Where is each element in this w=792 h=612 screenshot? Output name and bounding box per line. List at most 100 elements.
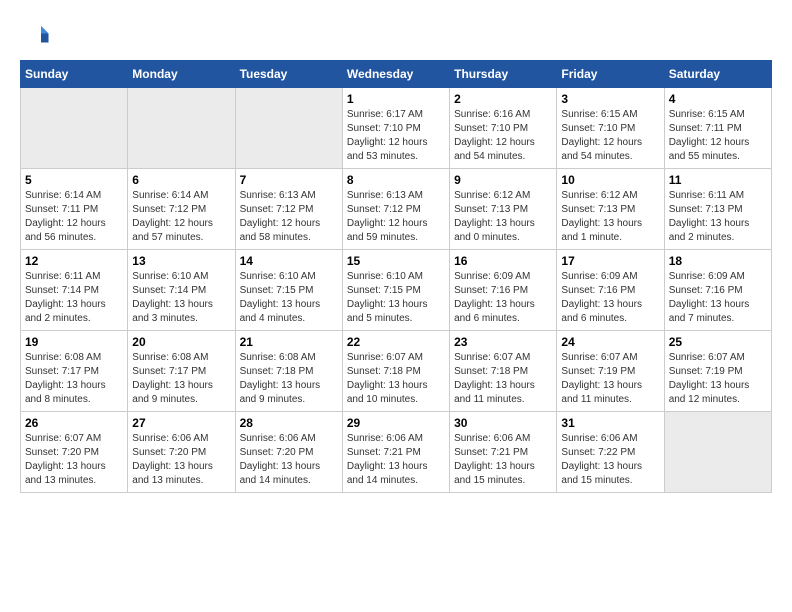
calendar-cell: 13 Sunrise: 6:10 AMSunset: 7:14 PMDayligh… [128,250,235,331]
calendar-cell: 3 Sunrise: 6:15 AMSunset: 7:10 PMDaylight… [557,88,664,169]
calendar-cell: 10 Sunrise: 6:12 AMSunset: 7:13 PMDayligh… [557,169,664,250]
day-info: Sunrise: 6:15 AMSunset: 7:10 PMDaylight:… [561,108,659,164]
day-info: Sunrise: 6:10 AMSunset: 7:15 PMDaylight:… [240,270,338,326]
day-number: 1 [347,92,445,106]
weekday-header-sunday: Sunday [21,61,128,88]
day-number: 9 [454,173,552,187]
day-number: 25 [669,335,767,349]
weekday-header-thursday: Thursday [450,61,557,88]
calendar-cell: 25 Sunrise: 6:07 AMSunset: 7:19 PMDayligh… [664,331,771,412]
calendar-cell: 11 Sunrise: 6:11 AMSunset: 7:13 PMDayligh… [664,169,771,250]
calendar-cell: 15Sunrise: 6:10 AMSunset: 7:15 PMDayligh… [342,250,449,331]
calendar-cell: 9 Sunrise: 6:12 AMSunset: 7:13 PMDaylight… [450,169,557,250]
day-info: Sunrise: 6:07 AMSunset: 7:18 PMDaylight:… [347,351,445,407]
day-number: 21 [240,335,338,349]
day-info: Sunrise: 6:09 AMSunset: 7:16 PMDaylight:… [561,270,659,326]
week-row-4: 19 Sunrise: 6:08 AMSunset: 7:17 PMDayligh… [21,331,772,412]
calendar-cell: 5Sunrise: 6:14 AMSunset: 7:11 PMDaylight… [21,169,128,250]
weekday-header-row: SundayMondayTuesdayWednesdayThursdayFrid… [21,61,772,88]
day-number: 22 [347,335,445,349]
calendar-cell: 26 Sunrise: 6:07 AMSunset: 7:20 PMDayligh… [21,412,128,493]
calendar-cell: 24 Sunrise: 6:07 AMSunset: 7:19 PMDayligh… [557,331,664,412]
weekday-header-saturday: Saturday [664,61,771,88]
calendar-cell: 17Sunrise: 6:09 AMSunset: 7:16 PMDayligh… [557,250,664,331]
calendar-cell: 12 Sunrise: 6:11 AMSunset: 7:14 PMDayligh… [21,250,128,331]
day-info: Sunrise: 6:14 AMSunset: 7:11 PMDaylight:… [25,189,123,245]
calendar-cell: 4 Sunrise: 6:15 AMSunset: 7:11 PMDaylight… [664,88,771,169]
day-info: Sunrise: 6:07 AMSunset: 7:19 PMDaylight:… [561,351,659,407]
day-number: 3 [561,92,659,106]
day-info: Sunrise: 6:10 AMSunset: 7:14 PMDaylight:… [132,270,230,326]
day-info: Sunrise: 6:07 AMSunset: 7:18 PMDaylight:… [454,351,552,407]
day-info: Sunrise: 6:06 AMSunset: 7:21 PMDaylight:… [347,432,445,488]
day-info: Sunrise: 6:17 AMSunset: 7:10 PMDaylight:… [347,108,445,164]
day-info: Sunrise: 6:13 AMSunset: 7:12 PMDaylight:… [347,189,445,245]
calendar-cell [235,88,342,169]
day-number: 7 [240,173,338,187]
calendar-body: 1 Sunrise: 6:17 AMSunset: 7:10 PMDaylight… [21,88,772,493]
calendar-cell: 28 Sunrise: 6:06 AMSunset: 7:20 PMDayligh… [235,412,342,493]
calendar-cell: 16Sunrise: 6:09 AMSunset: 7:16 PMDayligh… [450,250,557,331]
calendar-cell: 2 Sunrise: 6:16 AMSunset: 7:10 PMDaylight… [450,88,557,169]
day-info: Sunrise: 6:15 AMSunset: 7:11 PMDaylight:… [669,108,767,164]
weekday-header-wednesday: Wednesday [342,61,449,88]
day-number: 14 [240,254,338,268]
calendar-cell: 21 Sunrise: 6:08 AMSunset: 7:18 PMDayligh… [235,331,342,412]
day-number: 12 [25,254,123,268]
calendar-cell: 23 Sunrise: 6:07 AMSunset: 7:18 PMDayligh… [450,331,557,412]
day-info: Sunrise: 6:16 AMSunset: 7:10 PMDaylight:… [454,108,552,164]
week-row-3: 12 Sunrise: 6:11 AMSunset: 7:14 PMDayligh… [21,250,772,331]
calendar-cell: 31Sunrise: 6:06 AMSunset: 7:22 PMDayligh… [557,412,664,493]
day-number: 24 [561,335,659,349]
day-number: 30 [454,416,552,430]
day-number: 4 [669,92,767,106]
day-info: Sunrise: 6:08 AMSunset: 7:18 PMDaylight:… [240,351,338,407]
day-info: Sunrise: 6:08 AMSunset: 7:17 PMDaylight:… [132,351,230,407]
day-info: Sunrise: 6:12 AMSunset: 7:13 PMDaylight:… [454,189,552,245]
calendar-cell: 6Sunrise: 6:14 AMSunset: 7:12 PMDaylight… [128,169,235,250]
day-info: Sunrise: 6:10 AMSunset: 7:15 PMDaylight:… [347,270,445,326]
day-info: Sunrise: 6:07 AMSunset: 7:20 PMDaylight:… [25,432,123,488]
day-number: 26 [25,416,123,430]
calendar: SundayMondayTuesdayWednesdayThursdayFrid… [20,60,772,493]
day-info: Sunrise: 6:06 AMSunset: 7:20 PMDaylight:… [240,432,338,488]
day-info: Sunrise: 6:12 AMSunset: 7:13 PMDaylight:… [561,189,659,245]
day-info: Sunrise: 6:08 AMSunset: 7:17 PMDaylight:… [25,351,123,407]
weekday-header-friday: Friday [557,61,664,88]
day-info: Sunrise: 6:06 AMSunset: 7:21 PMDaylight:… [454,432,552,488]
logo-icon [20,20,50,50]
calendar-cell: 14 Sunrise: 6:10 AMSunset: 7:15 PMDayligh… [235,250,342,331]
calendar-cell: 30 Sunrise: 6:06 AMSunset: 7:21 PMDayligh… [450,412,557,493]
day-number: 27 [132,416,230,430]
day-number: 23 [454,335,552,349]
day-number: 20 [132,335,230,349]
calendar-cell: 18 Sunrise: 6:09 AMSunset: 7:16 PMDayligh… [664,250,771,331]
calendar-cell: 20 Sunrise: 6:08 AMSunset: 7:17 PMDayligh… [128,331,235,412]
day-number: 2 [454,92,552,106]
day-number: 28 [240,416,338,430]
calendar-cell: 29 Sunrise: 6:06 AMSunset: 7:21 PMDayligh… [342,412,449,493]
day-info: Sunrise: 6:07 AMSunset: 7:19 PMDaylight:… [669,351,767,407]
day-info: Sunrise: 6:13 AMSunset: 7:12 PMDaylight:… [240,189,338,245]
calendar-cell: 8Sunrise: 6:13 AMSunset: 7:12 PMDaylight… [342,169,449,250]
day-number: 29 [347,416,445,430]
day-number: 19 [25,335,123,349]
day-info: Sunrise: 6:06 AMSunset: 7:22 PMDaylight:… [561,432,659,488]
day-number: 10 [561,173,659,187]
calendar-cell: 7 Sunrise: 6:13 AMSunset: 7:12 PMDaylight… [235,169,342,250]
weekday-header-tuesday: Tuesday [235,61,342,88]
day-info: Sunrise: 6:09 AMSunset: 7:16 PMDaylight:… [669,270,767,326]
calendar-cell [21,88,128,169]
day-number: 13 [132,254,230,268]
logo [20,20,54,50]
calendar-cell [128,88,235,169]
day-number: 18 [669,254,767,268]
calendar-cell [664,412,771,493]
week-row-5: 26 Sunrise: 6:07 AMSunset: 7:20 PMDayligh… [21,412,772,493]
day-info: Sunrise: 6:09 AMSunset: 7:16 PMDaylight:… [454,270,552,326]
day-number: 11 [669,173,767,187]
day-info: Sunrise: 6:11 AMSunset: 7:13 PMDaylight:… [669,189,767,245]
day-info: Sunrise: 6:06 AMSunset: 7:20 PMDaylight:… [132,432,230,488]
day-info: Sunrise: 6:11 AMSunset: 7:14 PMDaylight:… [25,270,123,326]
week-row-1: 1 Sunrise: 6:17 AMSunset: 7:10 PMDaylight… [21,88,772,169]
